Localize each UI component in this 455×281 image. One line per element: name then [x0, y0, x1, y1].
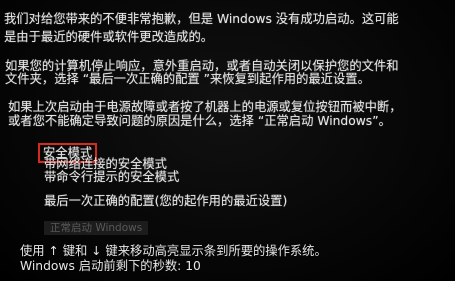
boot-error-screen: 我们对给您带来的不便非常抱歉，但是 Windows 没有成功启动。这可能 是由于…: [0, 0, 455, 281]
intro-line-2: 是由于最近的硬件或软件更改造成的。: [4, 30, 214, 44]
countdown-text: Windows 启动前剩下的秒数: 10: [20, 259, 201, 273]
menu-safe-mode-command-prompt[interactable]: 带命令行提示的安全模式: [44, 170, 179, 184]
paragraph3-line-2: 或者您不能确定导致问题的原因是什么，选择 “正常启动 Windows”。: [8, 114, 391, 128]
menu-safe-mode-networking[interactable]: 带网络连接的安全模式: [44, 157, 167, 171]
menu-start-windows-normally[interactable]: 正常启动 Windows: [44, 221, 149, 235]
paragraph3-line-1: 如果上次启动由于电源故障或者按了机器上的电源或复位按钮而被中断，: [8, 100, 402, 114]
footer-instructions: 使用 ↑ 键和 ↓ 键来移动高亮显示条到所要的操作系统。: [20, 244, 327, 258]
paragraph2-line-2: 文件夹，选择 “最后一次正确的配置 ”来恢复到起作用的最近设置。: [5, 72, 370, 86]
menu-last-known-good-config[interactable]: 最后一次正确的配置(您的起作用的最近设置): [44, 194, 287, 208]
intro-line-1: 我们对给您带来的不便非常抱歉，但是 Windows 没有成功启动。这可能: [4, 12, 399, 26]
